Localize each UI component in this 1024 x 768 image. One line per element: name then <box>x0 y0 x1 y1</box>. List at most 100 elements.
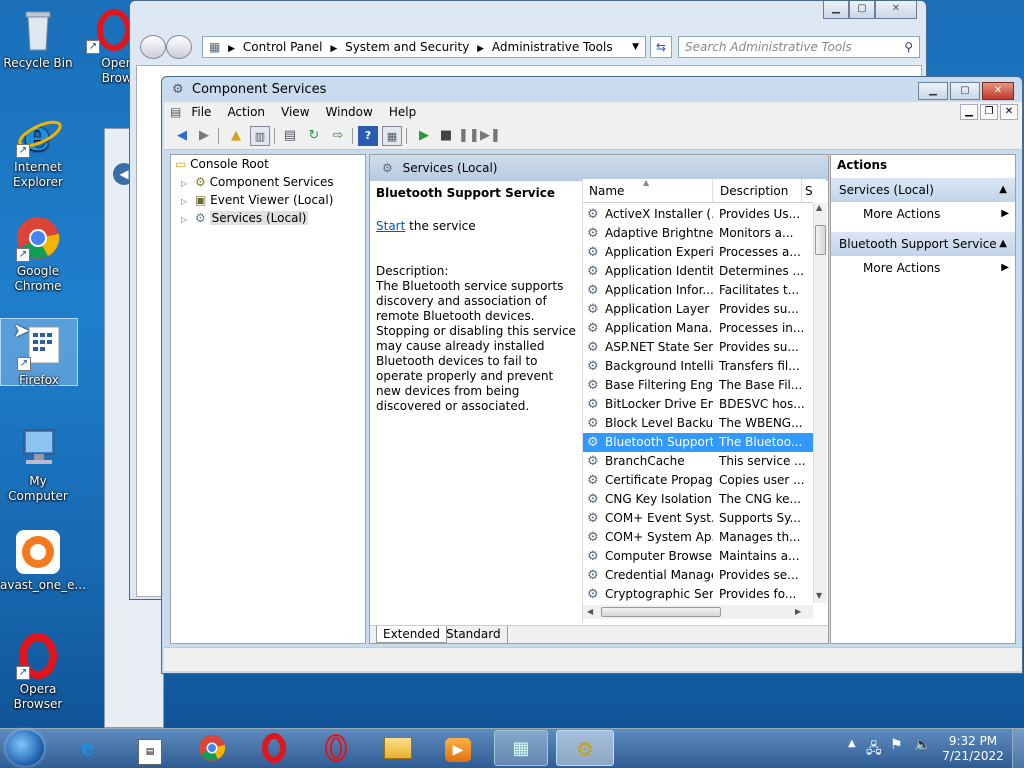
tab-extended[interactable]: Extended <box>376 626 447 643</box>
service-row[interactable]: ⚙ Application Identity Determines ... <box>583 262 813 281</box>
tree-item-services-local[interactable]: ▷ ⚙ Services (Local) <box>181 209 309 229</box>
desktop-icon-my-computer[interactable]: My Computer <box>0 424 76 503</box>
service-row[interactable]: ⚙ BranchCache This service ... <box>583 452 813 471</box>
breadcrumb-control-panel[interactable]: Control Panel <box>243 40 323 54</box>
menu-action[interactable]: Action <box>219 102 273 122</box>
address-bar[interactable]: ▦ ▶ Control Panel ▶ System and Security … <box>202 36 646 58</box>
service-row[interactable]: ⚙ Application Layer ... Provides su... <box>583 300 813 319</box>
help-icon[interactable]: ? <box>358 126 378 146</box>
breadcrumb-system-security[interactable]: System and Security <box>345 40 469 54</box>
more-actions-bluetooth[interactable]: More Actions ▶ <box>863 258 1009 278</box>
clock[interactable]: 9:32 PM 7/21/2022 <box>942 734 1004 764</box>
show-hide-tree-icon[interactable]: ▥ <box>250 126 270 146</box>
desktop-icon-firefox[interactable]: ↗ Firefox ➤ <box>0 318 78 387</box>
expand-icon[interactable]: ▷ <box>181 215 187 224</box>
tray-network-icon[interactable]: 🖧 <box>866 738 882 762</box>
inner-restore-button[interactable]: ❐ <box>980 104 998 120</box>
chevron-down-icon[interactable]: ▼ <box>632 37 639 57</box>
inner-close-button[interactable]: ✕ <box>1000 104 1018 120</box>
refresh-button[interactable]: ⇆ <box>650 36 672 58</box>
expand-icon[interactable]: ▷ <box>181 197 187 206</box>
desktop-icon-avast[interactable]: avast_one_e... <box>0 528 86 598</box>
service-row[interactable]: ⚙ Background Intelli... Transfers fil... <box>583 357 813 376</box>
taskbar-explorer-icon[interactable] <box>378 730 418 766</box>
taskbar-media-player-icon[interactable]: ▶ <box>438 730 478 766</box>
stop-service-icon[interactable]: ■ <box>436 126 456 146</box>
service-row[interactable]: ⚙ Bluetooth Support... The Bluetoo... <box>583 433 813 452</box>
scroll-left-icon[interactable]: ◀ <box>587 605 593 619</box>
service-row[interactable]: ⚙ Application Experi... Processes a... <box>583 243 813 262</box>
forward-button[interactable] <box>166 35 192 59</box>
service-row[interactable]: ⚙ Application Mana... Processes in... <box>583 319 813 338</box>
service-row[interactable]: ⚙ Computer Browser Maintains a... <box>583 547 813 566</box>
more-actions-services-local[interactable]: More Actions ▶ <box>863 204 1009 224</box>
actions-section-bluetooth[interactable]: Bluetooth Support Service ▲ <box>831 232 1015 256</box>
menu-file[interactable]: File <box>183 102 219 122</box>
up-folder-icon[interactable]: ▲ <box>226 126 246 146</box>
taskbar-component-services-button[interactable]: ⚙ <box>556 730 614 766</box>
maximize-button[interactable]: ▢ <box>849 1 875 19</box>
component-services-window[interactable]: ⚙ Component Services ▁ ▢ ✕ ▤ File Action Vi… <box>161 76 1023 674</box>
taskbar-admin-tools-button[interactable]: ▦ <box>494 730 548 766</box>
taskbar-opera-gx-icon[interactable] <box>316 730 356 766</box>
tray-show-hidden-icon[interactable]: ▲ <box>848 738 856 749</box>
close-button[interactable]: ✕ <box>875 1 917 19</box>
horizontal-thumb[interactable] <box>601 607 721 617</box>
service-row[interactable]: ⚙ Adaptive Brightness Monitors a... <box>583 224 813 243</box>
service-row[interactable]: ⚙ Credential Manager Provides se... <box>583 566 813 585</box>
desktop-icon-google-chrome[interactable]: ↗ Google Chrome <box>0 214 76 300</box>
scroll-right-icon[interactable]: ▶ <box>795 605 801 619</box>
pause-service-icon[interactable]: ❚❚ <box>458 126 480 146</box>
taskbar-internet-explorer-icon[interactable]: e <box>68 730 108 766</box>
maximize-button[interactable]: ▢ <box>950 82 980 100</box>
show-desktop-button[interactable] <box>1012 729 1024 768</box>
taskbar-chrome-icon[interactable] <box>192 730 232 766</box>
service-row[interactable]: ⚙ Block Level Backu... The WBENG... <box>583 414 813 433</box>
vertical-scrollbar[interactable]: ▲ ▼ <box>813 203 827 603</box>
service-row[interactable]: ⚙ Application Infor... Facilitates t... <box>583 281 813 300</box>
tree-item-component-services[interactable]: ▷ ⚙ Component Services <box>181 173 334 193</box>
menu-view[interactable]: View <box>273 102 317 122</box>
breadcrumb-administrative-tools[interactable]: Administrative Tools <box>492 40 613 54</box>
start-button[interactable] <box>6 730 44 766</box>
export-list-icon[interactable]: ⇨ <box>328 126 348 146</box>
inner-minimize-button[interactable]: ▁ <box>960 104 978 120</box>
tree-item-event-viewer[interactable]: ▷ ▣ Event Viewer (Local) <box>181 191 333 211</box>
tray-volume-icon[interactable]: 🔈 <box>914 737 931 753</box>
menu-window[interactable]: Window <box>318 102 381 122</box>
restart-service-icon[interactable]: ▶❚ <box>480 126 501 146</box>
refresh-icon[interactable]: ↻ <box>304 126 324 146</box>
collapse-icon[interactable]: ▲ <box>999 232 1007 256</box>
tab-standard[interactable]: Standard <box>440 626 508 643</box>
expand-icon[interactable]: ▷ <box>181 179 187 188</box>
tree-item-console-root[interactable]: ▭ Console Root <box>175 155 269 173</box>
forward-arrow-icon[interactable]: ▶ <box>194 126 214 146</box>
properties-icon[interactable]: ▤ <box>280 126 300 146</box>
service-row[interactable]: ⚙ Cryptographic Ser... Provides fo... <box>583 585 813 603</box>
taskbar-opera-icon[interactable] <box>254 730 294 766</box>
minimize-button[interactable]: ▁ <box>918 82 948 100</box>
start-service-icon[interactable]: ▶ <box>414 126 434 146</box>
close-button[interactable]: ✕ <box>982 82 1014 100</box>
start-service-link[interactable]: Start <box>376 219 405 233</box>
service-row[interactable]: ⚙ BitLocker Drive En... BDESVC hos... <box>583 395 813 414</box>
column-header-status[interactable]: S <box>803 179 813 203</box>
search-input[interactable]: Search Administrative Tools ⚲ <box>678 36 920 58</box>
service-row[interactable]: ⚙ COM+ System Ap... Manages th... <box>583 528 813 547</box>
back-arrow-icon[interactable]: ◀ <box>172 126 192 146</box>
taskbar-notepad-icon[interactable]: ▤ <box>130 730 170 766</box>
back-button[interactable] <box>140 35 166 59</box>
desktop-icon-internet-explorer[interactable]: e ↗ Internet Explorer <box>0 110 76 196</box>
menu-help[interactable]: Help <box>381 102 424 122</box>
column-header-description[interactable]: Description <box>714 179 802 203</box>
scrollbar-thumb[interactable] <box>815 225 826 255</box>
horizontal-scrollbar[interactable]: ◀ ▶ <box>583 605 813 619</box>
service-row[interactable]: ⚙ ActiveX Installer (... Provides Us... <box>583 205 813 224</box>
actions-section-services-local[interactable]: Services (Local) ▲ <box>831 178 1015 202</box>
desktop-icon-recycle-bin[interactable]: Recycle Bin <box>0 6 76 76</box>
column-header-name[interactable]: Name ▲ <box>583 178 713 203</box>
service-row[interactable]: ⚙ Base Filtering Engi... The Base Fil... <box>583 376 813 395</box>
scroll-up-icon[interactable]: ▲ <box>816 203 822 212</box>
collapse-icon[interactable]: ▲ <box>999 178 1007 202</box>
service-row[interactable]: ⚙ CNG Key Isolation The CNG ke... <box>583 490 813 509</box>
